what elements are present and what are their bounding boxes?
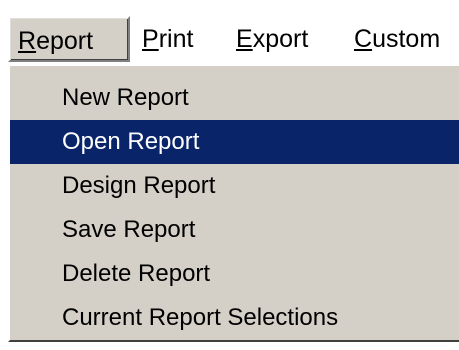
menu-item-current-report-selections[interactable]: Current Report Selections [10, 296, 459, 340]
menubar-item-custom-label: ustom [372, 25, 441, 53]
menubar-item-print-accel: P [142, 25, 159, 53]
menubar-item-report-label: eport [36, 27, 94, 55]
menu-item-design-report[interactable]: Design Report [10, 164, 459, 208]
menu-item-open-report[interactable]: Open Report [10, 120, 459, 164]
menubar-item-export[interactable]: Export [236, 16, 308, 62]
menubar-item-report[interactable]: Report [8, 16, 130, 62]
menubar-item-report-accel: R [18, 27, 37, 55]
report-dropdown-menu: New Report Open Report Design Report Sav… [8, 64, 459, 342]
menubar-item-custom-accel: C [354, 25, 373, 53]
menu-item-new-report[interactable]: New Report [10, 76, 459, 120]
menubar-item-print[interactable]: Print [142, 16, 193, 62]
menu-item-delete-report[interactable]: Delete Report [10, 252, 459, 296]
menubar-item-export-label: xport [252, 25, 309, 53]
menubar-item-custom[interactable]: Custom [354, 16, 440, 62]
menubar-item-print-label: rint [158, 25, 194, 53]
menu-item-save-report[interactable]: Save Report [10, 208, 459, 252]
menubar-item-export-accel: E [236, 25, 253, 53]
